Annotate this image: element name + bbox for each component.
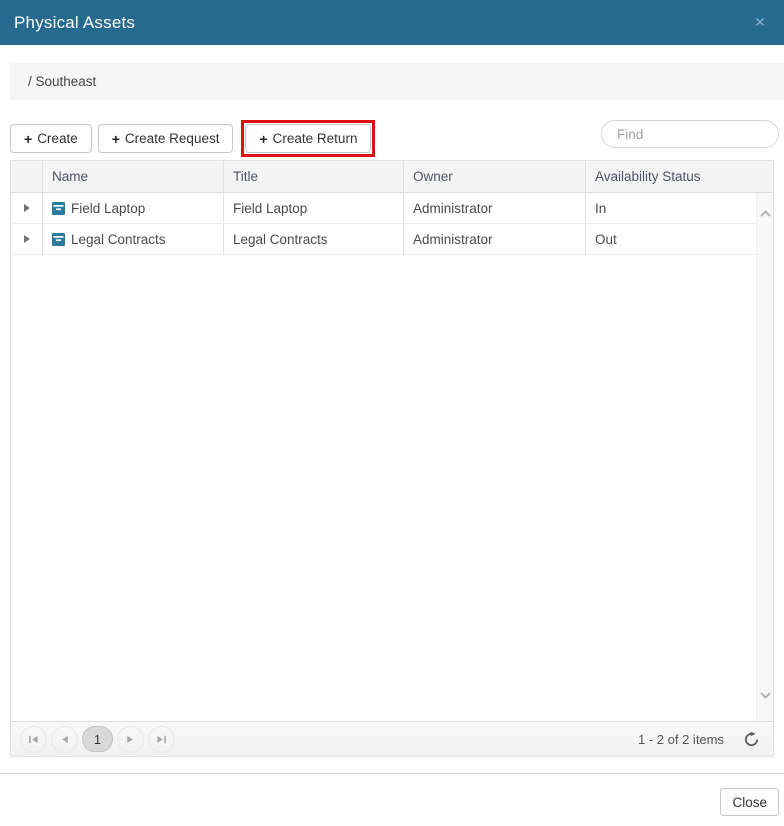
expand-arrow-icon [24,204,30,212]
toolbar: + Create + Create Request + Create Retur… [10,118,779,156]
cell-availability-status: Out [585,224,766,254]
refresh-icon [743,731,760,748]
create-return-button-label: Create Return [273,131,358,146]
first-page-button[interactable] [20,726,47,753]
asset-box-icon [52,233,65,246]
breadcrumb-path[interactable]: / Southeast [28,74,96,89]
current-page-button[interactable]: 1 [82,726,113,752]
column-header-title[interactable]: Title [223,161,403,192]
dialog-titlebar: Physical Assets ✕ [0,0,784,45]
breadcrumb: / Southeast [10,63,784,100]
close-button[interactable]: Close [720,788,779,816]
refresh-button[interactable] [741,729,762,750]
plus-icon: + [112,131,120,147]
footer-divider [0,773,784,774]
cell-title: Legal Contracts [223,224,403,254]
asset-box-icon [52,202,65,215]
column-header-owner[interactable]: Owner [403,161,585,192]
next-page-button[interactable] [117,726,144,753]
find-input[interactable] [601,120,779,148]
cell-name: Legal Contracts [42,224,223,254]
cell-owner: Administrator [403,193,585,223]
grid-body: Field Laptop Field Laptop Administrator … [11,193,773,721]
plus-icon: + [24,131,32,147]
pager-summary: 1 - 2 of 2 items [638,732,724,747]
asset-name: Legal Contracts [71,232,166,247]
cell-name: Field Laptop [42,193,223,223]
cell-title: Field Laptop [223,193,403,223]
table-row[interactable]: Field Laptop Field Laptop Administrator … [11,193,773,224]
previous-page-button[interactable] [51,726,78,753]
toolbar-buttons: + Create + Create Request + Create Retur… [10,120,375,157]
expander-column-header [11,161,42,192]
column-header-name[interactable]: Name [42,161,223,192]
cell-owner: Administrator [403,224,585,254]
create-request-button-label: Create Request [125,131,220,146]
column-header-filler [766,161,775,192]
create-button-label: Create [37,131,78,146]
create-button[interactable]: + Create [10,124,92,153]
red-highlight-box: + Create Return [241,120,375,157]
asset-name: Field Laptop [71,201,145,216]
pager-bar: 1 1 - 2 of 2 items [11,721,773,756]
vertical-scrollbar[interactable] [756,193,773,721]
last-page-button[interactable] [148,726,175,753]
scroll-down-icon[interactable] [759,687,772,705]
plus-icon: + [259,131,267,147]
table-row[interactable]: Legal Contracts Legal Contracts Administ… [11,224,773,255]
cell-availability-status: In [585,193,766,223]
create-return-button[interactable]: + Create Return [245,124,371,153]
grid-header-row: Name Title Owner Availability Status [11,161,773,193]
create-request-button[interactable]: + Create Request [98,124,234,153]
close-icon[interactable]: ✕ [744,0,776,45]
row-expand-button[interactable] [11,224,42,254]
scroll-up-icon[interactable] [759,205,772,223]
dialog-title: Physical Assets [0,13,135,33]
row-expand-button[interactable] [11,193,42,223]
assets-grid: Name Title Owner Availability Status Fie… [10,160,774,757]
expand-arrow-icon [24,235,30,243]
column-header-availability[interactable]: Availability Status [585,161,766,192]
